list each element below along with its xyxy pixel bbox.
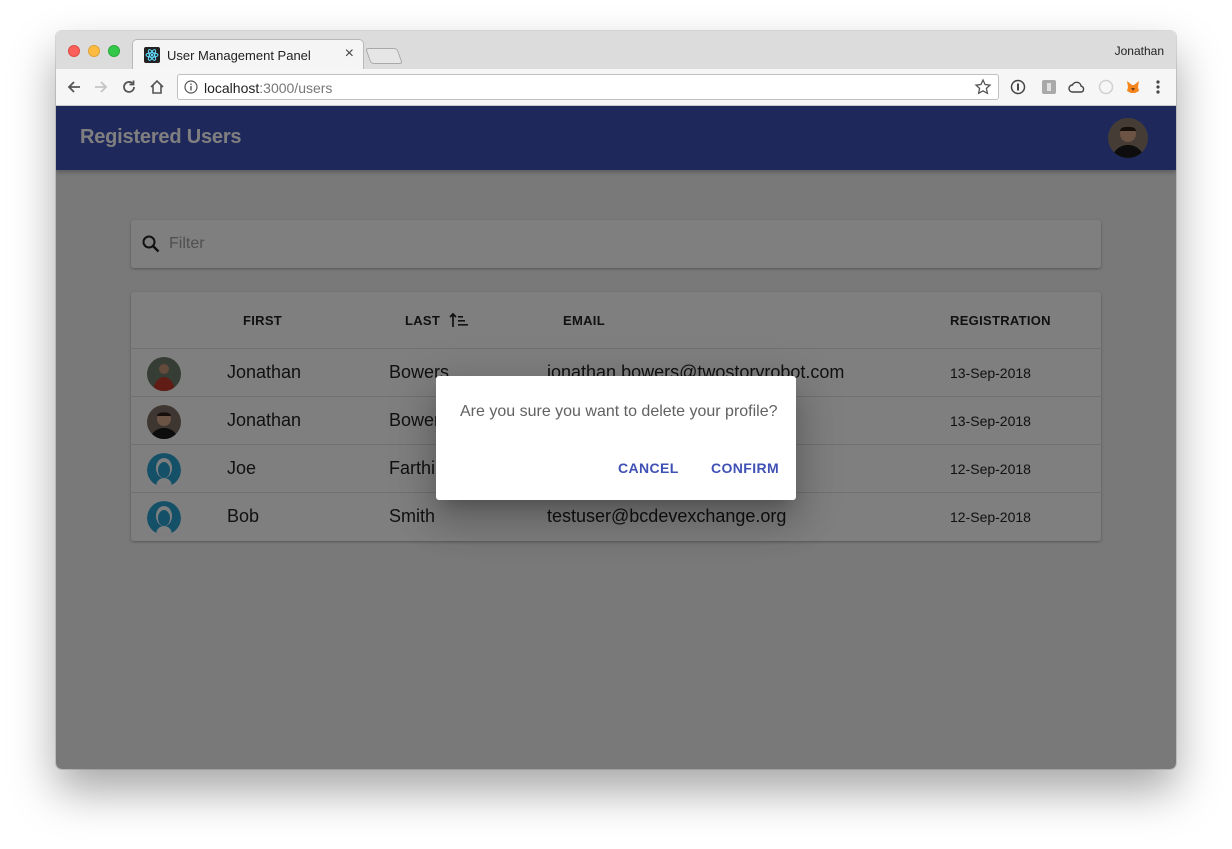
profile-name[interactable]: Jonathan bbox=[1115, 44, 1164, 58]
tab-close-icon[interactable]: × bbox=[345, 45, 354, 63]
home-icon[interactable] bbox=[145, 75, 169, 99]
dialog-message: Are you sure you want to delete your pro… bbox=[460, 403, 778, 420]
tab-strip: User Management Panel × Jonathan bbox=[56, 31, 1176, 69]
tab-title: User Management Panel bbox=[167, 48, 311, 63]
browser-tab[interactable]: User Management Panel × bbox=[132, 39, 364, 69]
more-menu-icon[interactable] bbox=[1149, 78, 1167, 96]
close-window-button[interactable] bbox=[68, 45, 80, 57]
cancel-button[interactable]: CANCEL bbox=[618, 460, 679, 476]
app-content: Registered Users FIRST LAST bbox=[56, 106, 1176, 769]
new-tab-button[interactable] bbox=[365, 48, 403, 64]
forward-icon[interactable] bbox=[89, 75, 113, 99]
react-icon bbox=[144, 47, 160, 63]
url-host: localhost bbox=[204, 80, 260, 96]
url-text: localhost:3000/users bbox=[204, 80, 332, 96]
maximize-window-button[interactable] bbox=[108, 45, 120, 57]
minimize-window-button[interactable] bbox=[88, 45, 100, 57]
url-path: :3000/users bbox=[259, 80, 333, 96]
cloud-icon[interactable] bbox=[1068, 78, 1086, 96]
address-bar[interactable]: localhost:3000/users bbox=[177, 74, 999, 100]
info-icon[interactable] bbox=[184, 80, 198, 94]
password-extension-icon[interactable] bbox=[1009, 78, 1027, 96]
browser-toolbar: localhost:3000/users bbox=[56, 69, 1176, 106]
browser-window: User Management Panel × Jonathan localho… bbox=[56, 31, 1176, 769]
extension-icon[interactable] bbox=[1040, 78, 1058, 96]
confirm-button[interactable]: CONFIRM bbox=[711, 460, 779, 476]
star-icon[interactable] bbox=[974, 78, 992, 96]
extension-circle-icon[interactable] bbox=[1097, 78, 1115, 96]
reload-icon[interactable] bbox=[117, 75, 141, 99]
confirm-delete-dialog: Are you sure you want to delete your pro… bbox=[436, 376, 796, 500]
metamask-fox-icon[interactable] bbox=[1124, 78, 1142, 96]
back-icon[interactable] bbox=[62, 75, 86, 99]
